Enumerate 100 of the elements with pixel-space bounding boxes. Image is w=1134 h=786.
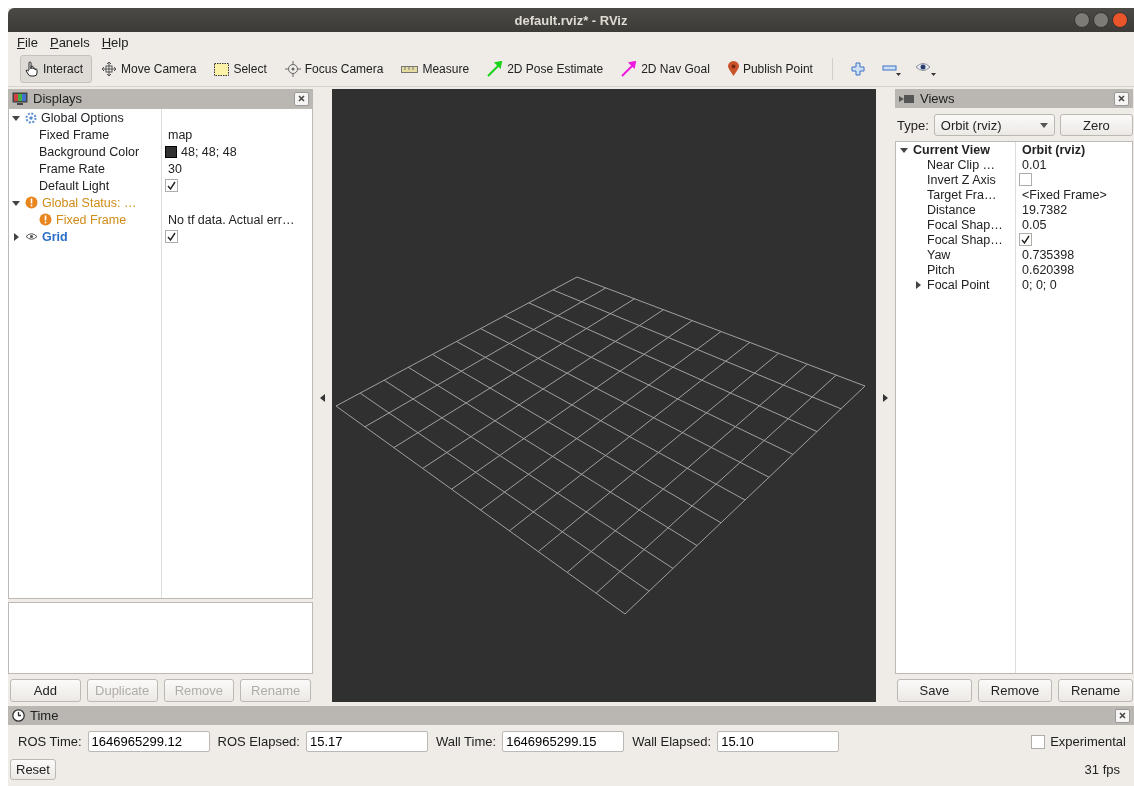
checkbox[interactable] — [1019, 173, 1032, 186]
crosshair-icon — [284, 61, 301, 77]
eye-dropdown-icon — [914, 61, 937, 77]
tool-button[interactable]: 2D Nav Goal — [616, 55, 719, 83]
property-label[interactable]: Focal Point — [927, 277, 990, 292]
color-swatch — [165, 145, 177, 158]
panel-button[interactable]: Remove — [977, 679, 1053, 702]
property-label[interactable]: Fixed Frame — [39, 127, 110, 142]
selection-rectangle-icon — [214, 62, 230, 76]
property-value: map — [167, 127, 193, 142]
input-field[interactable]: 15.10 — [717, 731, 840, 752]
checkbox[interactable] — [165, 230, 178, 243]
property-value: 48; 48; 48 — [181, 144, 237, 159]
menu-item[interactable]: Help — [101, 34, 129, 50]
expand-arrow-icon[interactable] — [914, 280, 922, 289]
tool-button[interactable]: Publish Point — [722, 55, 822, 83]
close-button[interactable] — [1115, 708, 1130, 723]
view-type-dropdown[interactable]: Orbit (rviz) — [933, 114, 1055, 136]
arrow-icon — [487, 61, 504, 77]
expand-arrow-icon[interactable] — [12, 232, 20, 241]
property-value: 0.05 — [1021, 217, 1047, 232]
collapse-arrow-icon[interactable] — [900, 145, 908, 154]
maximize-button[interactable] — [1093, 12, 1109, 28]
panel-button[interactable]: Add — [10, 679, 81, 702]
plus-icon — [850, 62, 865, 76]
monitor-icon — [12, 91, 28, 106]
map-pin-icon — [727, 61, 739, 77]
type-label: Type: — [897, 117, 929, 133]
property-value: 0.735398 — [1021, 247, 1075, 262]
window-title: default.rviz* - RViz — [514, 12, 628, 28]
reset-button[interactable]: Reset — [10, 759, 56, 780]
property-label[interactable]: Focal Shap… — [927, 217, 1003, 232]
property-value: 0.620398 — [1021, 262, 1075, 277]
close-icon — [298, 95, 305, 102]
input-field[interactable]: 1646965299.12 — [87, 731, 210, 752]
panel-button[interactable]: Save — [897, 679, 972, 702]
property-value: No tf data. Actual err… — [167, 212, 295, 227]
tool-button[interactable]: Move Camera — [96, 55, 206, 83]
menu-item[interactable]: Panels — [49, 34, 90, 50]
property-label[interactable]: Global Options — [41, 110, 124, 125]
field-label: Wall Elapsed: — [632, 734, 712, 749]
property-label[interactable]: Grid — [42, 229, 68, 244]
tool-button[interactable]: Measure — [396, 55, 479, 83]
property-label[interactable]: Focal Shap… — [927, 232, 1003, 247]
property-label[interactable]: Default Light — [39, 178, 110, 193]
property-value: Orbit (rviz) — [1021, 142, 1086, 157]
property-value: 30 — [167, 161, 182, 176]
collapse-arrow-icon[interactable] — [12, 113, 20, 122]
ruler-icon — [401, 65, 419, 73]
collapse-arrow-icon[interactable] — [12, 198, 20, 207]
property-value: 0; 0; 0 — [1021, 277, 1057, 292]
property-label[interactable]: Invert Z Axis — [927, 172, 996, 187]
close-icon — [1118, 95, 1125, 102]
property-label[interactable]: Frame Rate — [39, 161, 105, 176]
field-label: ROS Elapsed: — [217, 734, 300, 749]
checkbox-label[interactable]: Experimental — [1050, 734, 1126, 749]
dropdown-arrow-icon — [1039, 122, 1048, 128]
tool-button[interactable]: Interact — [20, 55, 93, 83]
move-arrows-icon — [101, 61, 118, 77]
clock-icon — [12, 709, 25, 722]
panel-button[interactable]: Rename — [1058, 679, 1133, 702]
panel-title: Views — [920, 91, 956, 106]
tool-button[interactable]: Select — [209, 55, 276, 83]
menu-item[interactable]: File — [17, 34, 38, 50]
property-label[interactable]: Current View — [913, 142, 990, 157]
tool-button[interactable]: Focus Camera — [279, 55, 393, 83]
panel-title: Time — [30, 708, 60, 723]
close-icon — [1119, 712, 1126, 719]
property-label[interactable]: Near Clip … — [927, 157, 996, 172]
property-value: 0.01 — [1021, 157, 1047, 172]
warning-icon — [25, 196, 38, 209]
gear-icon — [25, 111, 37, 124]
field-label: ROS Time: — [18, 734, 82, 749]
minimize-button[interactable] — [1074, 12, 1090, 28]
property-value: 19.7382 — [1021, 202, 1068, 217]
field-label: Wall Time: — [435, 734, 497, 749]
warning-icon — [39, 213, 52, 226]
property-value: <Fixed Frame> — [1021, 187, 1107, 202]
zero-button[interactable]: Zero — [1059, 114, 1133, 136]
checkbox[interactable] — [1031, 734, 1046, 749]
close-button[interactable] — [294, 91, 309, 106]
checkbox[interactable] — [1019, 233, 1032, 246]
collapse-left-icon[interactable] — [320, 393, 325, 402]
input-field[interactable]: 1646965299.15 — [502, 731, 625, 752]
fps-readout: 31 fps — [1084, 762, 1120, 777]
arrow-icon — [621, 61, 638, 77]
collapse-right-icon[interactable] — [883, 393, 888, 402]
eye-icon — [25, 232, 38, 241]
input-field[interactable]: 15.17 — [305, 731, 428, 752]
property-label[interactable]: Yaw — [927, 247, 951, 262]
camera-icon — [899, 93, 915, 104]
property-label[interactable]: Background Color — [39, 144, 140, 159]
property-label[interactable]: Distance — [927, 202, 976, 217]
property-label[interactable]: Pitch — [927, 262, 955, 277]
panel-title: Displays — [33, 91, 84, 106]
hand-icon — [25, 61, 39, 77]
property-label[interactable]: Target Fra… — [927, 187, 997, 202]
tool-button[interactable]: 2D Pose Estimate — [482, 55, 613, 83]
checkbox[interactable] — [165, 179, 178, 192]
close-button[interactable] — [1114, 91, 1129, 106]
